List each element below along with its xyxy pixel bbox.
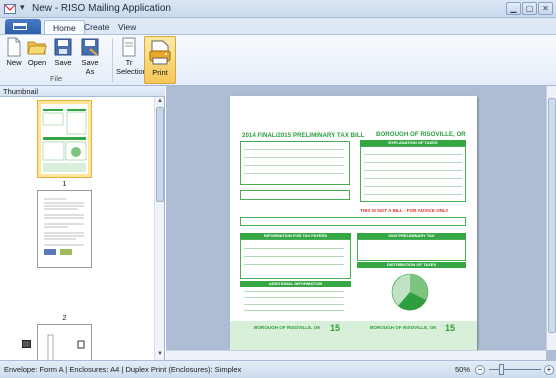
- new-document-icon: [7, 37, 21, 57]
- doc-title-left: 2014 FINAL/2015 PRELIMINARY TAX BILL: [242, 132, 365, 139]
- preview-scroll-thumb[interactable]: [548, 98, 556, 333]
- status-text: Envelope: Form A | Enclosures: A4 | Dupl…: [4, 365, 242, 374]
- group-separator: [112, 38, 113, 82]
- selection-icon: [122, 37, 136, 57]
- doc-stub-number-right: 15: [445, 323, 456, 333]
- document-preview-area: 2014 FINAL/2015 PRELIMINARY TAX BILL BOR…: [166, 86, 556, 360]
- thumbnail-page-2[interactable]: [37, 190, 92, 268]
- thumbnail-page-1[interactable]: [37, 100, 92, 178]
- save-disk-icon: [54, 38, 72, 56]
- thumbnail-page-1-number: 1: [62, 179, 67, 188]
- thumbnail-page-3[interactable]: [37, 324, 92, 362]
- print-icon: [149, 40, 171, 65]
- doc-stub-number-left: 15: [330, 323, 341, 333]
- title-bar: ▾ New - RISO Mailing Application ▁ ▢ ✕: [0, 0, 556, 18]
- print-button[interactable]: Print: [144, 36, 176, 84]
- app-icon[interactable]: [4, 3, 16, 15]
- zoom-slider-thumb[interactable]: [499, 364, 504, 375]
- scroll-down-icon[interactable]: ▼: [156, 351, 164, 359]
- application-menu-button[interactable]: [5, 19, 41, 34]
- open-button[interactable]: Open: [25, 37, 49, 73]
- thumbnail-panel: Thumbnail 1 2 ▲ ▼: [0, 86, 165, 362]
- zoom-slider-track[interactable]: [489, 369, 541, 370]
- preview-horizontal-scrollbar[interactable]: [166, 350, 546, 360]
- maximize-button[interactable]: ▢: [522, 2, 537, 15]
- doc-property-info-box: [240, 141, 350, 185]
- zoom-out-button[interactable]: −: [475, 365, 485, 375]
- doc-stub-title-left: BOROUGH OF RISOVILLE, OK: [254, 325, 321, 330]
- save-as-icon: [81, 38, 99, 56]
- doc-title-right: BOROUGH OF RISOVILLE, OR: [376, 131, 466, 138]
- menu-icon: [13, 23, 27, 30]
- zoom-level: 50%: [455, 365, 471, 374]
- doc-distribution-header: DISTRIBUTION OF TAXES: [357, 262, 466, 268]
- page-2-preview: [44, 198, 84, 255]
- doc-installment-row: [240, 217, 466, 226]
- preview-vertical-scrollbar[interactable]: [546, 86, 556, 350]
- ribbon: New Open Save Save As File Tr Selection …: [0, 34, 556, 86]
- page-1-preview: [41, 104, 88, 174]
- minimize-button[interactable]: ▁: [506, 2, 521, 15]
- save-button[interactable]: Save: [51, 37, 75, 73]
- save-as-button[interactable]: Save As: [77, 37, 103, 76]
- printer-marker-icon: [22, 340, 31, 348]
- open-folder-icon: [27, 41, 47, 55]
- new-button[interactable]: New: [3, 37, 25, 73]
- doc-not-a-bill-notice: THIS IS NOT A BILL - FOR ADVICE ONLY: [360, 208, 449, 213]
- trim-selection-button[interactable]: Tr Selection: [116, 37, 147, 76]
- document-page: 2014 FINAL/2015 PRELIMINARY TAX BILL BOR…: [230, 96, 477, 350]
- zoom-in-button[interactable]: +: [544, 365, 554, 375]
- file-group-label: File: [49, 74, 63, 83]
- thumbnail-panel-header: Thumbnail: [0, 86, 165, 97]
- quick-access-dropdown[interactable]: ▾: [20, 2, 25, 13]
- close-button[interactable]: ✕: [538, 2, 553, 15]
- thumbnail-scrollbar[interactable]: ▲ ▼: [154, 97, 164, 360]
- status-bar: Envelope: Form A | Enclosures: A4 | Dupl…: [0, 360, 556, 378]
- doc-distribution-pie-chart: [391, 273, 429, 311]
- doc-stub-title-right: BOROUGH OF RISOVILLE, OK: [370, 325, 437, 330]
- thumbnail-scroll-thumb[interactable]: [156, 107, 164, 202]
- doc-additional-info-header: ADDITIONAL INFORMATION: [240, 281, 351, 287]
- window-title: New - RISO Mailing Application: [32, 3, 171, 14]
- ribbon-tab-row: Home Create View: [0, 18, 556, 34]
- thumbnail-page-2-number: 2: [62, 313, 67, 322]
- envelope-page-preview: [47, 334, 85, 362]
- scroll-up-icon[interactable]: ▲: [156, 98, 164, 106]
- tab-view[interactable]: View: [110, 20, 144, 34]
